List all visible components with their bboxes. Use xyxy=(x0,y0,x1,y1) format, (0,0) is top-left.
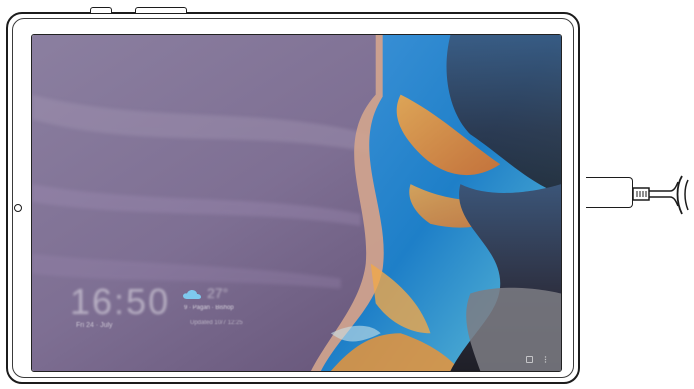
cloud-icon xyxy=(183,290,201,299)
more-options-icon[interactable] xyxy=(542,356,549,363)
power-button xyxy=(135,7,187,13)
lock-date: Fri 24 · July xyxy=(76,322,113,329)
front-camera-icon xyxy=(14,204,22,212)
usb-c-cable-icon xyxy=(632,175,689,215)
lock-screen: 16:50 Fri 24 · July 27° 9 · Pagan · Bish… xyxy=(32,35,561,371)
camera-shortcut-icon[interactable] xyxy=(526,356,533,363)
weather-location: 9 · Pagan · Bishop xyxy=(184,305,234,311)
lock-clock: 16:50 xyxy=(70,281,171,322)
volume-button xyxy=(90,7,112,13)
weather-temperature: 27° xyxy=(207,285,229,301)
weather-updated: Updated 10/7 12:25 xyxy=(190,320,243,326)
tablet-screen[interactable]: 16:50 Fri 24 · July 27° 9 · Pagan · Bish… xyxy=(31,34,562,372)
usb-c-connector xyxy=(586,177,633,208)
